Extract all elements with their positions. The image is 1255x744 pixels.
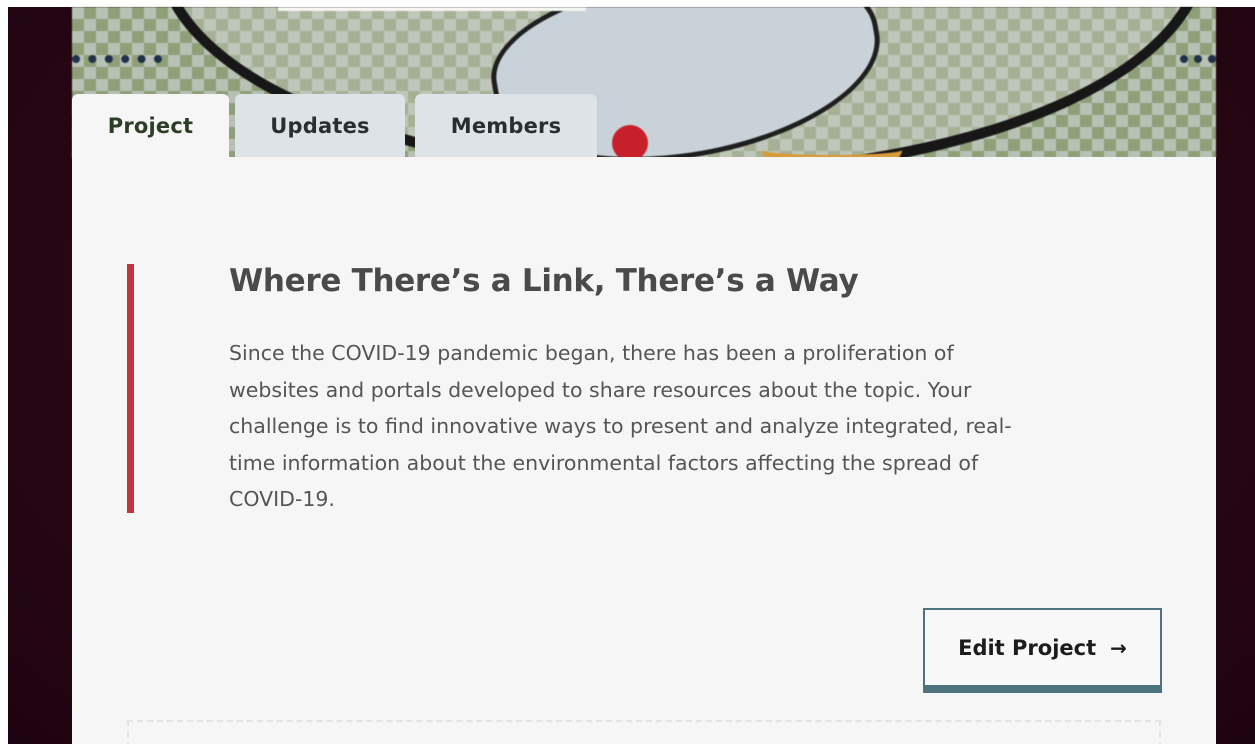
project-panel: Where There’s a Link, There’s a Way Sinc… xyxy=(72,157,1216,744)
project-title: Where There’s a Link, There’s a Way xyxy=(229,263,859,299)
hero-mouth-illustration xyxy=(762,125,902,158)
tab-updates[interactable]: Updates xyxy=(235,94,405,158)
hero-top-bar xyxy=(278,7,586,11)
hero-red-dot xyxy=(612,125,648,158)
arrow-right-icon: → xyxy=(1110,635,1127,660)
tab-members[interactable]: Members xyxy=(415,94,597,158)
tab-project[interactable]: Project xyxy=(72,94,229,158)
edit-project-button[interactable]: Edit Project → xyxy=(923,608,1162,693)
dashed-content-box xyxy=(127,720,1161,744)
hero-dotted-line-left xyxy=(72,55,162,71)
hero-dotted-line-right xyxy=(1180,55,1216,71)
project-description: Since the COVID-19 pandemic began, there… xyxy=(229,341,1012,511)
edit-project-label: Edit Project xyxy=(958,635,1097,660)
quote-accent-bar xyxy=(127,264,134,513)
page-frame: Project Updates Members Where There’s a … xyxy=(0,0,1255,744)
